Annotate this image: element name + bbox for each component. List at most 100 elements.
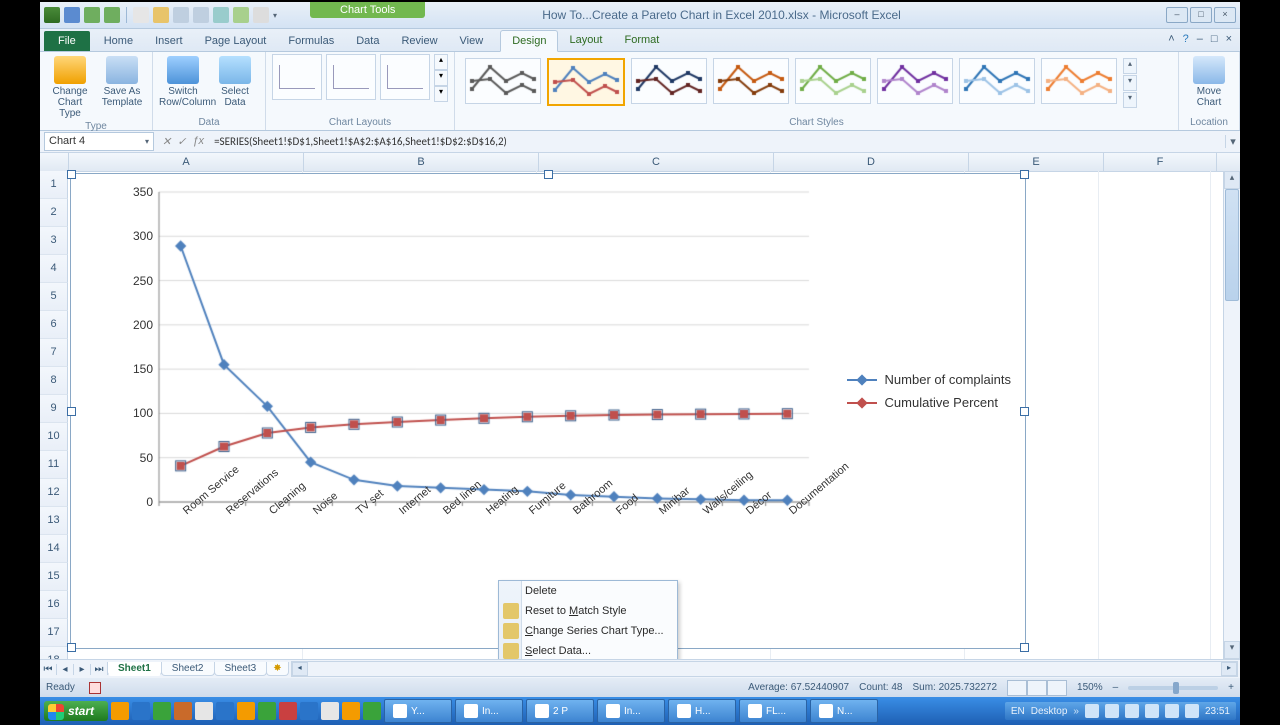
ribbon-minimize-icon[interactable]: ˄ [1168, 33, 1174, 45]
tray-icon[interactable] [1185, 704, 1199, 718]
quicklaunch-icon[interactable] [321, 702, 339, 720]
chart-style-option[interactable] [465, 58, 541, 104]
close-button[interactable]: × [1214, 7, 1236, 23]
tab-formulas[interactable]: Formulas [277, 31, 345, 51]
new-sheet-button[interactable]: ✸ [266, 662, 288, 676]
hscroll-left-icon[interactable]: ◂ [292, 662, 308, 676]
tab-page-layout[interactable]: Page Layout [194, 31, 278, 51]
scroll-up-icon[interactable]: ▴ [1224, 171, 1240, 189]
chart-plot-area[interactable]: Room ServiceReservationsCleaningNoiseTV … [99, 182, 819, 582]
context-menu-item[interactable]: Reset to Match Style [499, 601, 677, 621]
legend-entry[interactable]: Cumulative Percent [847, 395, 1011, 410]
zoom-in-icon[interactable]: + [1228, 682, 1234, 693]
sheet-nav-next-icon[interactable]: ▸ [74, 664, 91, 675]
row-header[interactable]: 9 [40, 395, 68, 423]
macro-record-icon[interactable] [89, 682, 101, 694]
zoom-slider[interactable] [1128, 686, 1218, 690]
quicklaunch-icon[interactable] [111, 702, 129, 720]
styles-down-icon[interactable]: ▾ [1123, 75, 1137, 91]
file-tab[interactable]: File [44, 31, 90, 51]
row-header[interactable]: 18 [40, 647, 68, 659]
select-all-corner[interactable] [40, 153, 69, 171]
chart-style-option[interactable] [713, 58, 789, 104]
qat-sort-icon[interactable] [233, 7, 249, 23]
column-header[interactable]: C [539, 153, 774, 171]
name-box[interactable]: Chart 4▾ [44, 132, 154, 151]
row-header[interactable]: 2 [40, 199, 68, 227]
quicklaunch-icon[interactable] [342, 702, 360, 720]
row-header[interactable]: 1 [40, 171, 68, 199]
scroll-down-icon[interactable]: ▾ [1224, 641, 1240, 659]
start-button[interactable]: start [44, 701, 108, 721]
qat-print-icon[interactable] [173, 7, 189, 23]
qat-preview-icon[interactable] [193, 7, 209, 23]
qat-open-icon[interactable] [153, 7, 169, 23]
column-header[interactable]: D [774, 153, 969, 171]
quicklaunch-icon[interactable] [132, 702, 150, 720]
clock[interactable]: 23:51 [1205, 706, 1230, 717]
legend-entry[interactable]: Number of complaints [847, 372, 1011, 387]
styles-more-icon[interactable]: ▾ [1123, 92, 1137, 108]
chart-style-option[interactable] [547, 58, 625, 106]
zoom-out-icon[interactable]: – [1113, 682, 1119, 693]
chart-style-option[interactable] [631, 58, 707, 104]
context-menu-item[interactable]: Change Series Chart Type... [499, 621, 677, 641]
workbook-max-icon[interactable]: □ [1211, 33, 1218, 45]
tab-layout[interactable]: Layout [558, 30, 613, 51]
minimize-button[interactable]: – [1166, 7, 1188, 23]
show-desktop[interactable]: Desktop [1031, 706, 1068, 717]
help-icon[interactable]: ? [1183, 33, 1189, 45]
horizontal-scrollbar[interactable]: ◂ ▸ [291, 661, 1238, 677]
save-as-template-button[interactable]: Save As Template [98, 54, 146, 108]
column-header[interactable]: B [304, 153, 539, 171]
chart-style-option[interactable] [877, 58, 953, 104]
row-header[interactable]: 16 [40, 591, 68, 619]
row-header[interactable]: 17 [40, 619, 68, 647]
layouts-down-icon[interactable]: ▾ [434, 70, 448, 86]
column-header[interactable]: A [69, 153, 304, 171]
taskbar-app-button[interactable]: Y... [384, 699, 452, 723]
tab-home[interactable]: Home [93, 31, 144, 51]
quicklaunch-icon[interactable] [279, 702, 297, 720]
formula-input[interactable]: =SERIES(Sheet1!$D$1,Sheet1!$A$2:$A$16,Sh… [210, 135, 1225, 148]
sheet-nav-first-icon[interactable]: ⏮ [40, 664, 57, 675]
switch-row-column-button[interactable]: Switch Row/Column [159, 54, 207, 108]
system-tray[interactable]: EN Desktop » 23:51 [1005, 702, 1236, 720]
qat-new-icon[interactable] [133, 7, 149, 23]
view-normal-icon[interactable] [1007, 680, 1027, 696]
row-header[interactable]: 15 [40, 563, 68, 591]
chart-style-option[interactable] [795, 58, 871, 104]
row-header[interactable]: 5 [40, 283, 68, 311]
enter-formula-icon[interactable]: ✓ [177, 135, 186, 148]
row-header[interactable]: 10 [40, 423, 68, 451]
save-icon[interactable] [64, 7, 80, 23]
restore-button[interactable]: □ [1190, 7, 1212, 23]
quicklaunch-icon[interactable] [300, 702, 318, 720]
quicklaunch-icon[interactable] [153, 702, 171, 720]
context-menu-item[interactable]: Delete [499, 581, 677, 601]
undo-icon[interactable] [84, 7, 100, 23]
quicklaunch-icon[interactable] [258, 702, 276, 720]
sheet-nav-last-icon[interactable]: ⏭ [91, 664, 108, 675]
tray-icon[interactable] [1125, 704, 1139, 718]
quicklaunch-icon[interactable] [216, 702, 234, 720]
tab-insert[interactable]: Insert [144, 31, 194, 51]
quicklaunch-icon[interactable] [363, 702, 381, 720]
excel-icon[interactable] [44, 7, 60, 23]
hscroll-right-icon[interactable]: ▸ [1221, 662, 1237, 676]
tray-icon[interactable] [1105, 704, 1119, 718]
quicklaunch-icon[interactable] [237, 702, 255, 720]
taskbar-app-button[interactable]: N... [810, 699, 878, 723]
zoom-level[interactable]: 150% [1077, 682, 1103, 693]
taskbar-app-button[interactable]: In... [597, 699, 665, 723]
tab-format[interactable]: Format [613, 30, 670, 51]
cancel-formula-icon[interactable]: ✕ [162, 135, 171, 148]
styles-up-icon[interactable]: ▴ [1123, 58, 1137, 74]
formula-expand-icon[interactable]: ▾ [1225, 135, 1240, 148]
sheet-nav-prev-icon[interactable]: ◂ [57, 664, 74, 675]
tray-icon[interactable] [1165, 704, 1179, 718]
language-indicator[interactable]: EN [1011, 706, 1025, 717]
quicklaunch-icon[interactable] [174, 702, 192, 720]
change-chart-type-button[interactable]: Change Chart Type [46, 54, 94, 119]
embedded-chart[interactable]: Room ServiceReservationsCleaningNoiseTV … [70, 173, 1026, 649]
